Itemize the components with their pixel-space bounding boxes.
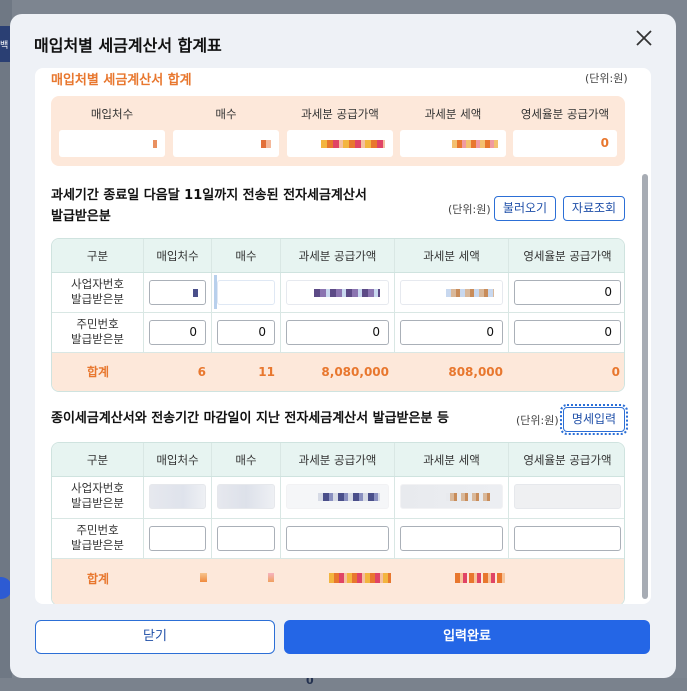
table-header-row: 구분 매입처수 매수 과세분 공급가액 과세분 세액 영세율분 공급가액 [52, 239, 624, 273]
table-header-cell: 매수 [212, 239, 281, 272]
summary-header: 영세율분 공급가액 [520, 107, 610, 121]
table-header-cell: 과세분 공급가액 [281, 443, 395, 476]
lookup-button[interactable]: 자료조회 [563, 196, 625, 221]
total-label: 합계 [86, 365, 110, 379]
table-header-cell: 매입처수 [144, 443, 212, 476]
table-header-row: 구분 매입처수 매수 과세분 공급가액 과세분 세액 영세율분 공급가액 [52, 443, 624, 477]
total-zero-rate [509, 559, 624, 604]
table-row: 사업자번호 발급받은분 [52, 477, 624, 519]
zero-rate-input[interactable]: 0 [514, 320, 621, 345]
summary-zero-rate-value: 0 [600, 136, 609, 150]
row-label: 사업자번호 발급받은분 [52, 477, 144, 518]
zero-rate-input[interactable]: 0 [514, 280, 621, 305]
table-row: 주민번호 발급받은분 0 0 0 0 0 [52, 313, 624, 353]
zero-rate-input [514, 484, 621, 509]
scrollbar[interactable] [642, 174, 648, 599]
backdrop-bottom: 0 [0, 674, 687, 691]
supply-amount-input[interactable]: 0 [286, 320, 389, 345]
table-header-cell: 영세율분 공급가액 [523, 249, 612, 263]
summary-header: 과세분 세액 [424, 107, 482, 121]
close-icon[interactable] [633, 27, 655, 49]
count-input[interactable] [217, 526, 275, 551]
vendors-input [149, 484, 206, 509]
summary-value [173, 130, 279, 157]
summary-col-vendors: 매입처수 [59, 96, 165, 166]
zero-rate-input[interactable] [514, 526, 621, 551]
section3-unit: (단위:원) [516, 414, 559, 427]
table-header-cell: 과세분 공급가액 [281, 239, 395, 272]
summary-col-count: 매수 [173, 96, 279, 166]
total-tax-amount [395, 559, 509, 604]
row-label: 사업자번호 발급받은분 [52, 273, 144, 312]
table-header-cell: 과세분 세액 [395, 239, 509, 272]
summary-header: 과세분 공급가액 [301, 107, 379, 121]
table-row: 사업자번호 발급받은분 0 [52, 273, 624, 313]
close-button[interactable]: 닫기 [35, 620, 275, 654]
table-header-cell: 매입처수 [144, 239, 212, 272]
summary-unit: (단위:원) [585, 72, 628, 85]
table-row: 주민번호 발급받은분 [52, 519, 624, 559]
total-count [212, 559, 281, 604]
section2-unit: (단위:원) [448, 203, 491, 216]
summary-title: 매입처별 세금계산서 합계 [51, 73, 192, 88]
total-count: 11 [258, 365, 275, 379]
modal-title: 매입처별 세금계산서 합계표 [34, 36, 222, 55]
count-input[interactable]: 0 [217, 320, 275, 345]
summary-col-supply: 과세분 공급가액 [287, 96, 393, 166]
tax-amount-input[interactable] [400, 526, 503, 551]
total-vendors: 6 [197, 365, 206, 379]
count-input[interactable] [214, 275, 275, 309]
summary-value: 0 [513, 130, 617, 157]
load-button[interactable]: 불러오기 [494, 196, 556, 221]
section2-title: 과세기간 종료일 다음달 11일까지 전송된 전자세금계산서 발급받은분 [51, 185, 367, 227]
supply-amount-input[interactable] [286, 280, 389, 305]
total-row: 합계 6 11 8,080,000 808,000 0 [52, 353, 624, 391]
row-label: 주민번호 발급받은분 [52, 519, 144, 558]
supply-amount-input[interactable] [286, 526, 389, 551]
section3-title: 종이세금계산서와 전송기간 마감일이 지난 전자세금계산서 발급받은분 등 [51, 411, 449, 426]
summary-value [287, 130, 393, 157]
table-header-cell: 영세율분 공급가액 [523, 453, 612, 467]
modal-dialog: 매입처별 세금계산서 합계표 매입처별 세금계산서 합계 (단위:원) 매입처수… [10, 14, 676, 678]
total-tax-amount: 808,000 [448, 365, 503, 379]
detail-input-button[interactable]: 명세입력 [560, 404, 628, 435]
section2-title-line1: 과세기간 종료일 다음달 11일까지 전송된 전자세금계산서 [51, 188, 367, 203]
section2-title-line2: 발급받은분 [51, 209, 111, 224]
total-label: 합계 [86, 572, 110, 586]
total-supply-amount: 8,080,000 [321, 365, 389, 379]
vendors-input[interactable]: 0 [149, 320, 206, 345]
vendors-input[interactable] [149, 526, 206, 551]
summary-box: 매입처수 매수 과세분 공급가액 과세분 세액 영세율분 공급가액 0 [51, 96, 625, 166]
summary-value [59, 130, 165, 157]
total-vendors [144, 559, 212, 604]
scroll-panel: 매입처별 세금계산서 합계 (단위:원) 매입처수 매수 과세분 공급가액 과세… [35, 68, 651, 604]
summary-header: 매입처수 [90, 107, 134, 121]
summary-value [400, 130, 506, 157]
table-header-cell: 과세분 세액 [395, 443, 509, 476]
supply-amount-input [286, 484, 389, 509]
summary-header: 매수 [215, 107, 237, 121]
summary-col-zero-rate: 영세율분 공급가액 0 [513, 96, 617, 166]
total-supply-amount [281, 559, 395, 604]
submit-button[interactable]: 입력완료 [284, 620, 650, 654]
vendors-input[interactable] [149, 280, 206, 305]
count-input [217, 484, 275, 509]
tax-amount-input[interactable] [400, 280, 503, 305]
tax-amount-input [400, 484, 503, 509]
table-header-cell: 구분 [52, 443, 144, 476]
row-label: 주민번호 발급받은분 [52, 313, 144, 352]
table-header-cell: 구분 [52, 239, 144, 272]
table-header-cell: 매수 [212, 443, 281, 476]
section2-table: 구분 매입처수 매수 과세분 공급가액 과세분 세액 영세율분 공급가액 사업자… [51, 238, 625, 392]
section3-table: 구분 매입처수 매수 과세분 공급가액 과세분 세액 영세율분 공급가액 사업자… [51, 442, 625, 604]
total-zero-rate: 0 [611, 365, 620, 379]
tax-amount-input[interactable]: 0 [400, 320, 503, 345]
summary-col-tax: 과세분 세액 [400, 96, 506, 166]
total-row: 합계 [52, 559, 624, 604]
